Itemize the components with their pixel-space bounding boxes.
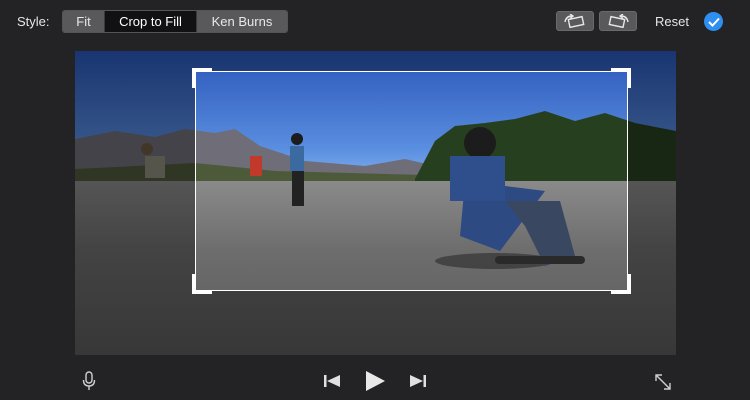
crop-mask-right xyxy=(628,71,676,291)
rotate-right-button[interactable] xyxy=(599,11,637,31)
expand-icon xyxy=(655,374,671,390)
rotate-left-button[interactable] xyxy=(556,11,594,31)
skip-forward-icon xyxy=(410,375,426,387)
crop-mask-bottom xyxy=(75,291,676,355)
skip-back-icon xyxy=(324,375,340,387)
checkmark-icon xyxy=(707,17,720,27)
rotate-clockwise-icon xyxy=(608,14,629,28)
crop-handle-top-left[interactable] xyxy=(192,68,212,88)
voiceover-button[interactable] xyxy=(80,370,98,392)
microphone-icon xyxy=(82,371,96,390)
crop-handle-bottom-left[interactable] xyxy=(192,274,212,294)
playback-controls xyxy=(0,360,750,400)
reset-button[interactable]: Reset xyxy=(655,14,689,29)
crop-handle-top-right[interactable] xyxy=(611,68,631,88)
video-viewer xyxy=(75,51,676,355)
play-icon xyxy=(366,371,385,391)
skip-back-button[interactable] xyxy=(322,373,342,389)
crop-mask-top xyxy=(75,51,676,71)
style-segmented-control: Fit Crop to Fill Ken Burns xyxy=(62,10,288,33)
fullscreen-button[interactable] xyxy=(652,372,674,392)
skip-forward-button[interactable] xyxy=(408,373,428,389)
apply-button[interactable] xyxy=(704,12,723,31)
style-ken-burns-button[interactable]: Ken Burns xyxy=(197,11,287,32)
top-toolbar: Style: Fit Crop to Fill Ken Burns Reset xyxy=(0,0,750,42)
crop-handle-bottom-right[interactable] xyxy=(611,274,631,294)
play-button[interactable] xyxy=(362,369,388,393)
style-fit-button[interactable]: Fit xyxy=(63,11,105,32)
crop-frame[interactable] xyxy=(192,68,631,294)
rotate-counterclockwise-icon xyxy=(564,14,585,28)
style-crop-to-fill-button[interactable]: Crop to Fill xyxy=(105,11,197,32)
crop-mask-left xyxy=(75,71,195,291)
style-label: Style: xyxy=(17,14,50,29)
